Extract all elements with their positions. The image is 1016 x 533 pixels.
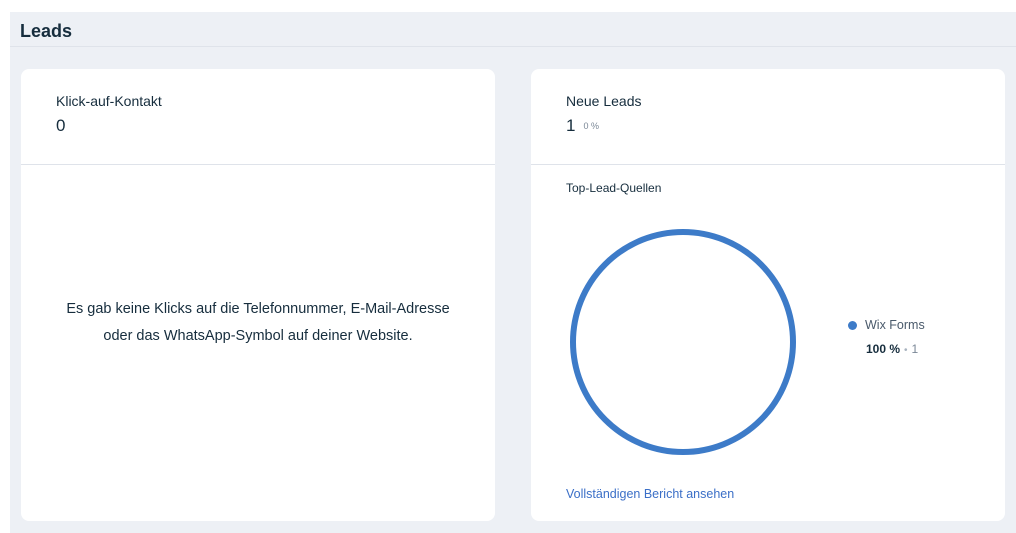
metric-value: 1 [566,116,576,135]
empty-state-message: Es gab keine Klicks auf die Telefonnumme… [66,301,450,344]
new-leads-card: Neue Leads 1 0 % Top-Lead-Quellen Wix For… [531,69,1005,521]
sources-title: Top-Lead-Quellen [566,181,662,195]
metric-value-row: 1 0 % [566,116,599,136]
card-header: Klick-auf-Kontakt 0 [21,69,495,165]
legend-swatch [848,321,857,330]
donut-slice-wix-forms[interactable] [570,229,796,455]
legend-percent: 100 % [866,342,901,356]
legend-stats: 100 % • 1 [866,342,918,356]
donut-chart [570,229,796,455]
legend-count: 1 [911,342,919,356]
metric-label: Neue Leads [566,93,642,109]
metric-label: Klick-auf-Kontakt [56,93,162,109]
leads-panel: Leads Klick-auf-Kontakt 0 Es gab keine K… [10,12,1016,533]
metric-change: 0 % [583,121,599,131]
section-title: Leads [20,21,73,41]
full-report-link[interactable]: Vollständigen Bericht ansehen [566,487,734,501]
click-to-contact-card: Klick-auf-Kontakt 0 Es gab keine Klicks … [21,69,495,521]
legend-label: Wix Forms [865,318,925,332]
bullet-separator: • [904,345,908,356]
metric-value: 0 [56,116,66,135]
panel-header: Leads [10,12,1016,47]
card-header: Neue Leads 1 0 % [531,69,1005,165]
